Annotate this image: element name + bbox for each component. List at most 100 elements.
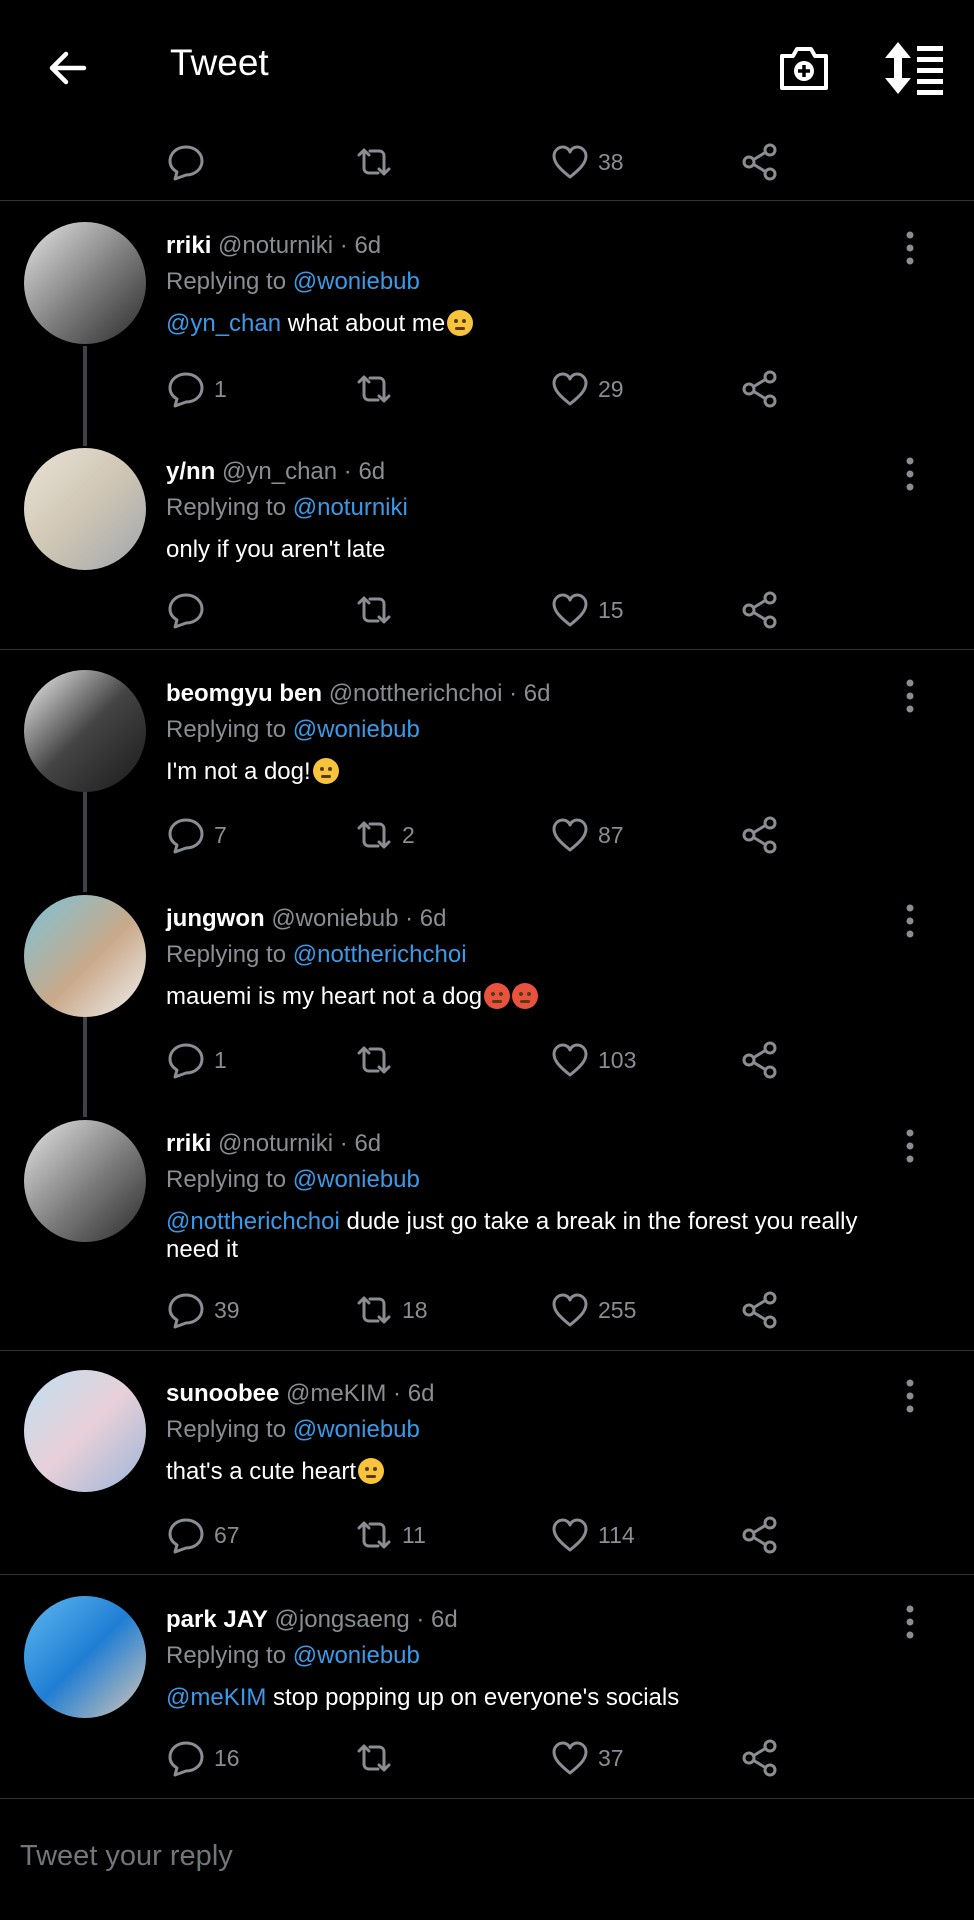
tweet-text: I'm not a dog! <box>166 758 906 786</box>
share-button[interactable] <box>740 586 780 634</box>
like-button[interactable]: 103 <box>550 1036 636 1084</box>
handle-time: @noturniki · 6d <box>218 232 382 259</box>
retweet-icon <box>357 148 391 176</box>
replying-to: Replying to @noturniki <box>166 494 408 522</box>
reply-button[interactable]: 1 <box>166 1036 227 1084</box>
replying-to-link[interactable]: @woniebub <box>293 1642 420 1669</box>
share-button[interactable] <box>740 811 780 859</box>
more-icon[interactable] <box>900 1376 920 1416</box>
share-button[interactable] <box>740 1734 780 1782</box>
share-button[interactable] <box>740 365 780 413</box>
reply-button[interactable]: 7 <box>166 811 227 859</box>
replying-to-link[interactable]: @woniebub <box>293 1416 420 1443</box>
avatar[interactable] <box>24 448 146 570</box>
pleading-emoji-icon <box>447 310 474 336</box>
divider <box>0 649 974 650</box>
retweet-icon <box>357 821 391 849</box>
tweet-body: mauemi is my heart not a dog <box>166 983 483 1010</box>
share-button[interactable] <box>740 1511 780 1559</box>
more-icon[interactable] <box>900 901 920 941</box>
like-button[interactable]: 114 <box>550 1511 635 1559</box>
retweet-button[interactable] <box>354 138 394 186</box>
display-name[interactable]: rriki <box>166 1130 211 1157</box>
avatar[interactable] <box>24 1596 146 1718</box>
mention-link[interactable]: @yn_chan <box>166 310 281 337</box>
like-button[interactable]: 255 <box>550 1286 636 1334</box>
like-button[interactable]: 37 <box>550 1734 624 1782</box>
like-icon <box>552 1741 588 1775</box>
replying-to-link[interactable]: @nottherichchoi <box>293 941 467 968</box>
retweet-button[interactable]: 11 <box>354 1511 426 1559</box>
avatar[interactable] <box>24 895 146 1017</box>
replying-to-link[interactable]: @woniebub <box>293 716 420 743</box>
divider <box>0 1574 974 1575</box>
share-button[interactable] <box>740 1036 780 1084</box>
like-button[interactable]: 87 <box>550 811 624 859</box>
like-button[interactable]: 29 <box>550 365 624 413</box>
sort-icon[interactable] <box>884 40 946 96</box>
pensive-emoji-icon <box>312 758 339 784</box>
back-arrow-icon[interactable] <box>40 40 96 96</box>
display-name[interactable]: y/nn <box>166 458 215 485</box>
handle-time: @noturniki · 6d <box>218 1130 382 1157</box>
avatar[interactable] <box>24 222 146 344</box>
page-title: Tweet <box>170 42 269 83</box>
share-icon <box>742 591 777 629</box>
replying-to-link[interactable]: @woniebub <box>293 1166 420 1193</box>
share-icon <box>742 1041 777 1079</box>
avatar[interactable] <box>24 1370 146 1492</box>
like-count: 38 <box>598 148 624 175</box>
share-button[interactable] <box>740 138 780 186</box>
more-icon[interactable] <box>900 1126 920 1166</box>
avatar[interactable] <box>24 670 146 792</box>
display-name[interactable]: park JAY <box>166 1606 268 1633</box>
display-name[interactable]: sunoobee <box>166 1380 279 1407</box>
tweet-text: mauemi is my heart not a dog <box>166 983 906 1011</box>
handle-time: @nottherichchoi · 6d <box>328 680 551 707</box>
more-icon[interactable] <box>900 676 920 716</box>
replying-to-link[interactable]: @noturniki <box>293 494 408 521</box>
tweet-actions: 38 <box>0 138 974 186</box>
reply-button[interactable] <box>166 586 214 634</box>
more-icon[interactable] <box>900 1602 920 1642</box>
replying-prefix: Replying to <box>166 494 293 521</box>
replying-to-link[interactable]: @woniebub <box>293 268 420 295</box>
like-count: 37 <box>598 1744 624 1771</box>
tweet-header: rriki @noturniki · 6d <box>166 232 381 260</box>
avatar[interactable] <box>24 1120 146 1242</box>
mention-link[interactable]: @nottherichchoi <box>166 1208 340 1235</box>
retweet-button[interactable] <box>354 365 402 413</box>
retweet-button[interactable] <box>354 1734 402 1782</box>
share-button[interactable] <box>740 1286 780 1334</box>
tweet-actions: 16 37 <box>0 1734 974 1782</box>
handle-time: @jongsaeng · 6d <box>274 1606 458 1633</box>
mention-link[interactable]: @meKIM <box>166 1684 266 1711</box>
reply-button[interactable]: 16 <box>166 1734 240 1782</box>
display-name[interactable]: jungwon <box>166 905 265 932</box>
retweet-icon <box>357 1046 391 1074</box>
retweet-button[interactable] <box>354 586 402 634</box>
retweet-button[interactable] <box>354 1036 402 1084</box>
tweet-header: park JAY @jongsaeng · 6d <box>166 1606 458 1634</box>
more-icon[interactable] <box>900 454 920 494</box>
replying-to: Replying to @nottherichchoi <box>166 941 467 969</box>
reply-button[interactable]: 39 <box>166 1286 240 1334</box>
display-name[interactable]: beomgyu ben <box>166 680 322 707</box>
tweet-body: only if you aren't late <box>166 536 386 563</box>
reply-button[interactable] <box>166 138 206 186</box>
reply-button[interactable]: 67 <box>166 1511 240 1559</box>
handle-time: @woniebub · 6d <box>271 905 447 932</box>
retweet-button[interactable]: 18 <box>354 1286 428 1334</box>
like-button[interactable]: 15 <box>550 586 624 634</box>
display-name[interactable]: rriki <box>166 232 211 259</box>
reply-icon <box>168 1518 204 1554</box>
reply-count: 67 <box>214 1521 240 1548</box>
retweet-button[interactable]: 2 <box>354 811 415 859</box>
reply-count: 39 <box>214 1296 240 1323</box>
camera-add-icon[interactable] <box>776 40 832 96</box>
reply-input[interactable]: Tweet your reply <box>20 1840 233 1873</box>
more-icon[interactable] <box>900 228 920 268</box>
replying-to: Replying to @woniebub <box>166 716 420 744</box>
reply-button[interactable]: 1 <box>166 365 227 413</box>
like-button[interactable]: 38 <box>550 138 624 186</box>
